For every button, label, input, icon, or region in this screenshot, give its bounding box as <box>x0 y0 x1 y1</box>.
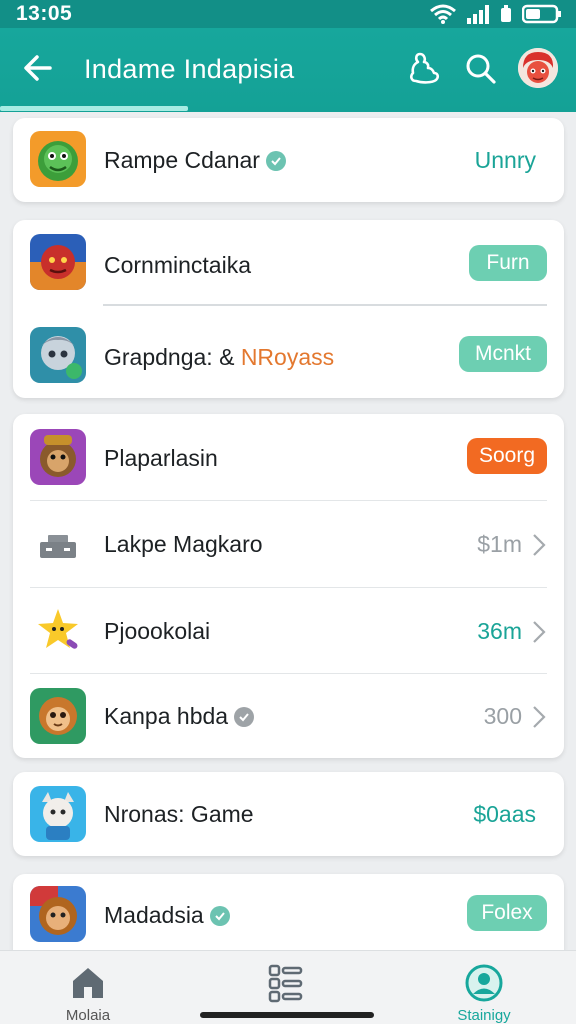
battery-icon <box>522 4 561 24</box>
list-item[interactable]: Cornminctaika Furn <box>13 220 564 306</box>
app-name: Rampe Cdanar <box>104 147 286 174</box>
nav-item-home[interactable]: Molaia <box>28 951 148 1024</box>
app-name: Pjoookolai <box>104 618 211 644</box>
list-item[interactable]: Nronas: Game $0aas <box>13 772 564 856</box>
briefcase-icon <box>30 516 86 572</box>
app-name-text: Grapdnga: & <box>104 344 241 370</box>
nav-item-profile[interactable]: Stainigy <box>424 951 544 1024</box>
app-icon <box>30 327 86 383</box>
app-icon <box>30 234 86 290</box>
app-action-text[interactable]: $1m <box>477 531 522 558</box>
app-name: Kanpa hbda <box>104 703 255 730</box>
app-action-button[interactable]: Folex <box>467 895 547 931</box>
game-icon-cat <box>30 786 86 842</box>
wifi-icon <box>430 4 456 24</box>
home-icon <box>73 968 103 998</box>
app-card: Nronas: Game $0aas <box>13 772 564 856</box>
divider <box>103 304 547 306</box>
status-icons <box>430 4 562 24</box>
app-icon <box>30 516 86 572</box>
app-name-text: Kanpa hbda <box>104 703 229 729</box>
app-card: Rampe Cdanar Unnry <box>13 118 564 202</box>
list-item[interactable]: Pjoookolai 36m <box>13 588 564 674</box>
app-action-text[interactable]: 300 <box>484 703 522 730</box>
app-action-button[interactable]: Mcnkt <box>459 336 547 372</box>
app-name: Nronas: Game <box>104 801 254 827</box>
app-action-button[interactable]: Furn <box>469 245 547 281</box>
list-item[interactable]: Grapdnga: & NRoyass Mcnkt <box>13 312 564 398</box>
app-bar: Indame Indapisia <box>0 28 576 112</box>
app-name: Madadsia <box>104 902 230 929</box>
status-bar: 13:05 <box>0 0 576 28</box>
app-name: Lakpe Magkaro <box>104 531 263 557</box>
sim-icon <box>501 5 511 22</box>
game-icon-green-monster <box>30 131 86 187</box>
status-time: 13:05 <box>16 2 73 25</box>
app-icon <box>30 688 86 744</box>
tag-icon[interactable] <box>406 50 444 88</box>
app-action-text[interactable]: $0aas <box>473 801 536 828</box>
star-icon <box>30 603 86 659</box>
avatar[interactable] <box>518 48 558 88</box>
app-icon <box>30 429 86 485</box>
verified-icon <box>209 906 230 926</box>
list-item[interactable]: Lakpe Magkaro $1m <box>13 501 564 587</box>
game-icon-red-warrior <box>30 234 86 290</box>
chevron-right-icon[interactable] <box>532 620 546 644</box>
back-arrow-icon[interactable] <box>20 50 56 86</box>
list-item[interactable]: Plaparlasin Soorg <box>13 414 564 500</box>
app-card: Plaparlasin Soorg Lakpe Magkaro $1m Pjoo… <box>13 414 564 758</box>
nav-label-home: Molaia <box>65 1007 111 1024</box>
home-indicator[interactable] <box>200 1012 374 1018</box>
page-title: Indame Indapisia <box>84 54 295 84</box>
chevron-right-icon[interactable] <box>532 533 546 557</box>
app-icon <box>30 131 86 187</box>
signal-icon <box>467 5 489 24</box>
app-name-text: Madadsia <box>104 902 204 928</box>
app-card: Madadsia Folex <box>13 874 564 952</box>
app-action-text[interactable]: Unnry <box>475 147 536 174</box>
game-icon-doll <box>30 327 86 383</box>
game-icon-lion <box>30 886 86 942</box>
chevron-right-icon[interactable] <box>532 705 546 729</box>
app-action-text[interactable]: 36m <box>477 618 522 645</box>
verified-icon <box>265 151 286 171</box>
app-name: Cornminctaika <box>104 252 251 278</box>
game-icon-monkey <box>30 429 86 485</box>
app-name: Grapdnga: & NRoyass <box>104 344 334 371</box>
app-icon <box>30 603 86 659</box>
game-icon-lion-cub <box>30 688 86 744</box>
app-icon <box>30 886 86 942</box>
tab-indicator <box>0 106 188 111</box>
avatar-image <box>518 48 558 88</box>
list-icon <box>268 964 303 1003</box>
app-card: Cornminctaika Furn Grapdnga: & NRoyass M… <box>13 220 564 398</box>
nav-label-profile: Stainigy <box>457 1007 511 1024</box>
list-item[interactable]: Kanpa hbda 300 <box>13 674 564 760</box>
app-name-text: Rampe Cdanar <box>104 147 260 173</box>
app-action-button[interactable]: Soorg <box>467 438 547 474</box>
app-name-accent: NRoyass <box>240 344 335 370</box>
search-icon[interactable] <box>462 50 500 88</box>
profile-icon <box>465 964 503 1002</box>
list-item[interactable]: Rampe Cdanar Unnry <box>13 118 564 202</box>
app-icon <box>30 786 86 842</box>
list-item[interactable]: Madadsia Folex <box>13 874 564 952</box>
app-name: Plaparlasin <box>104 445 218 471</box>
verified-icon <box>234 707 255 727</box>
